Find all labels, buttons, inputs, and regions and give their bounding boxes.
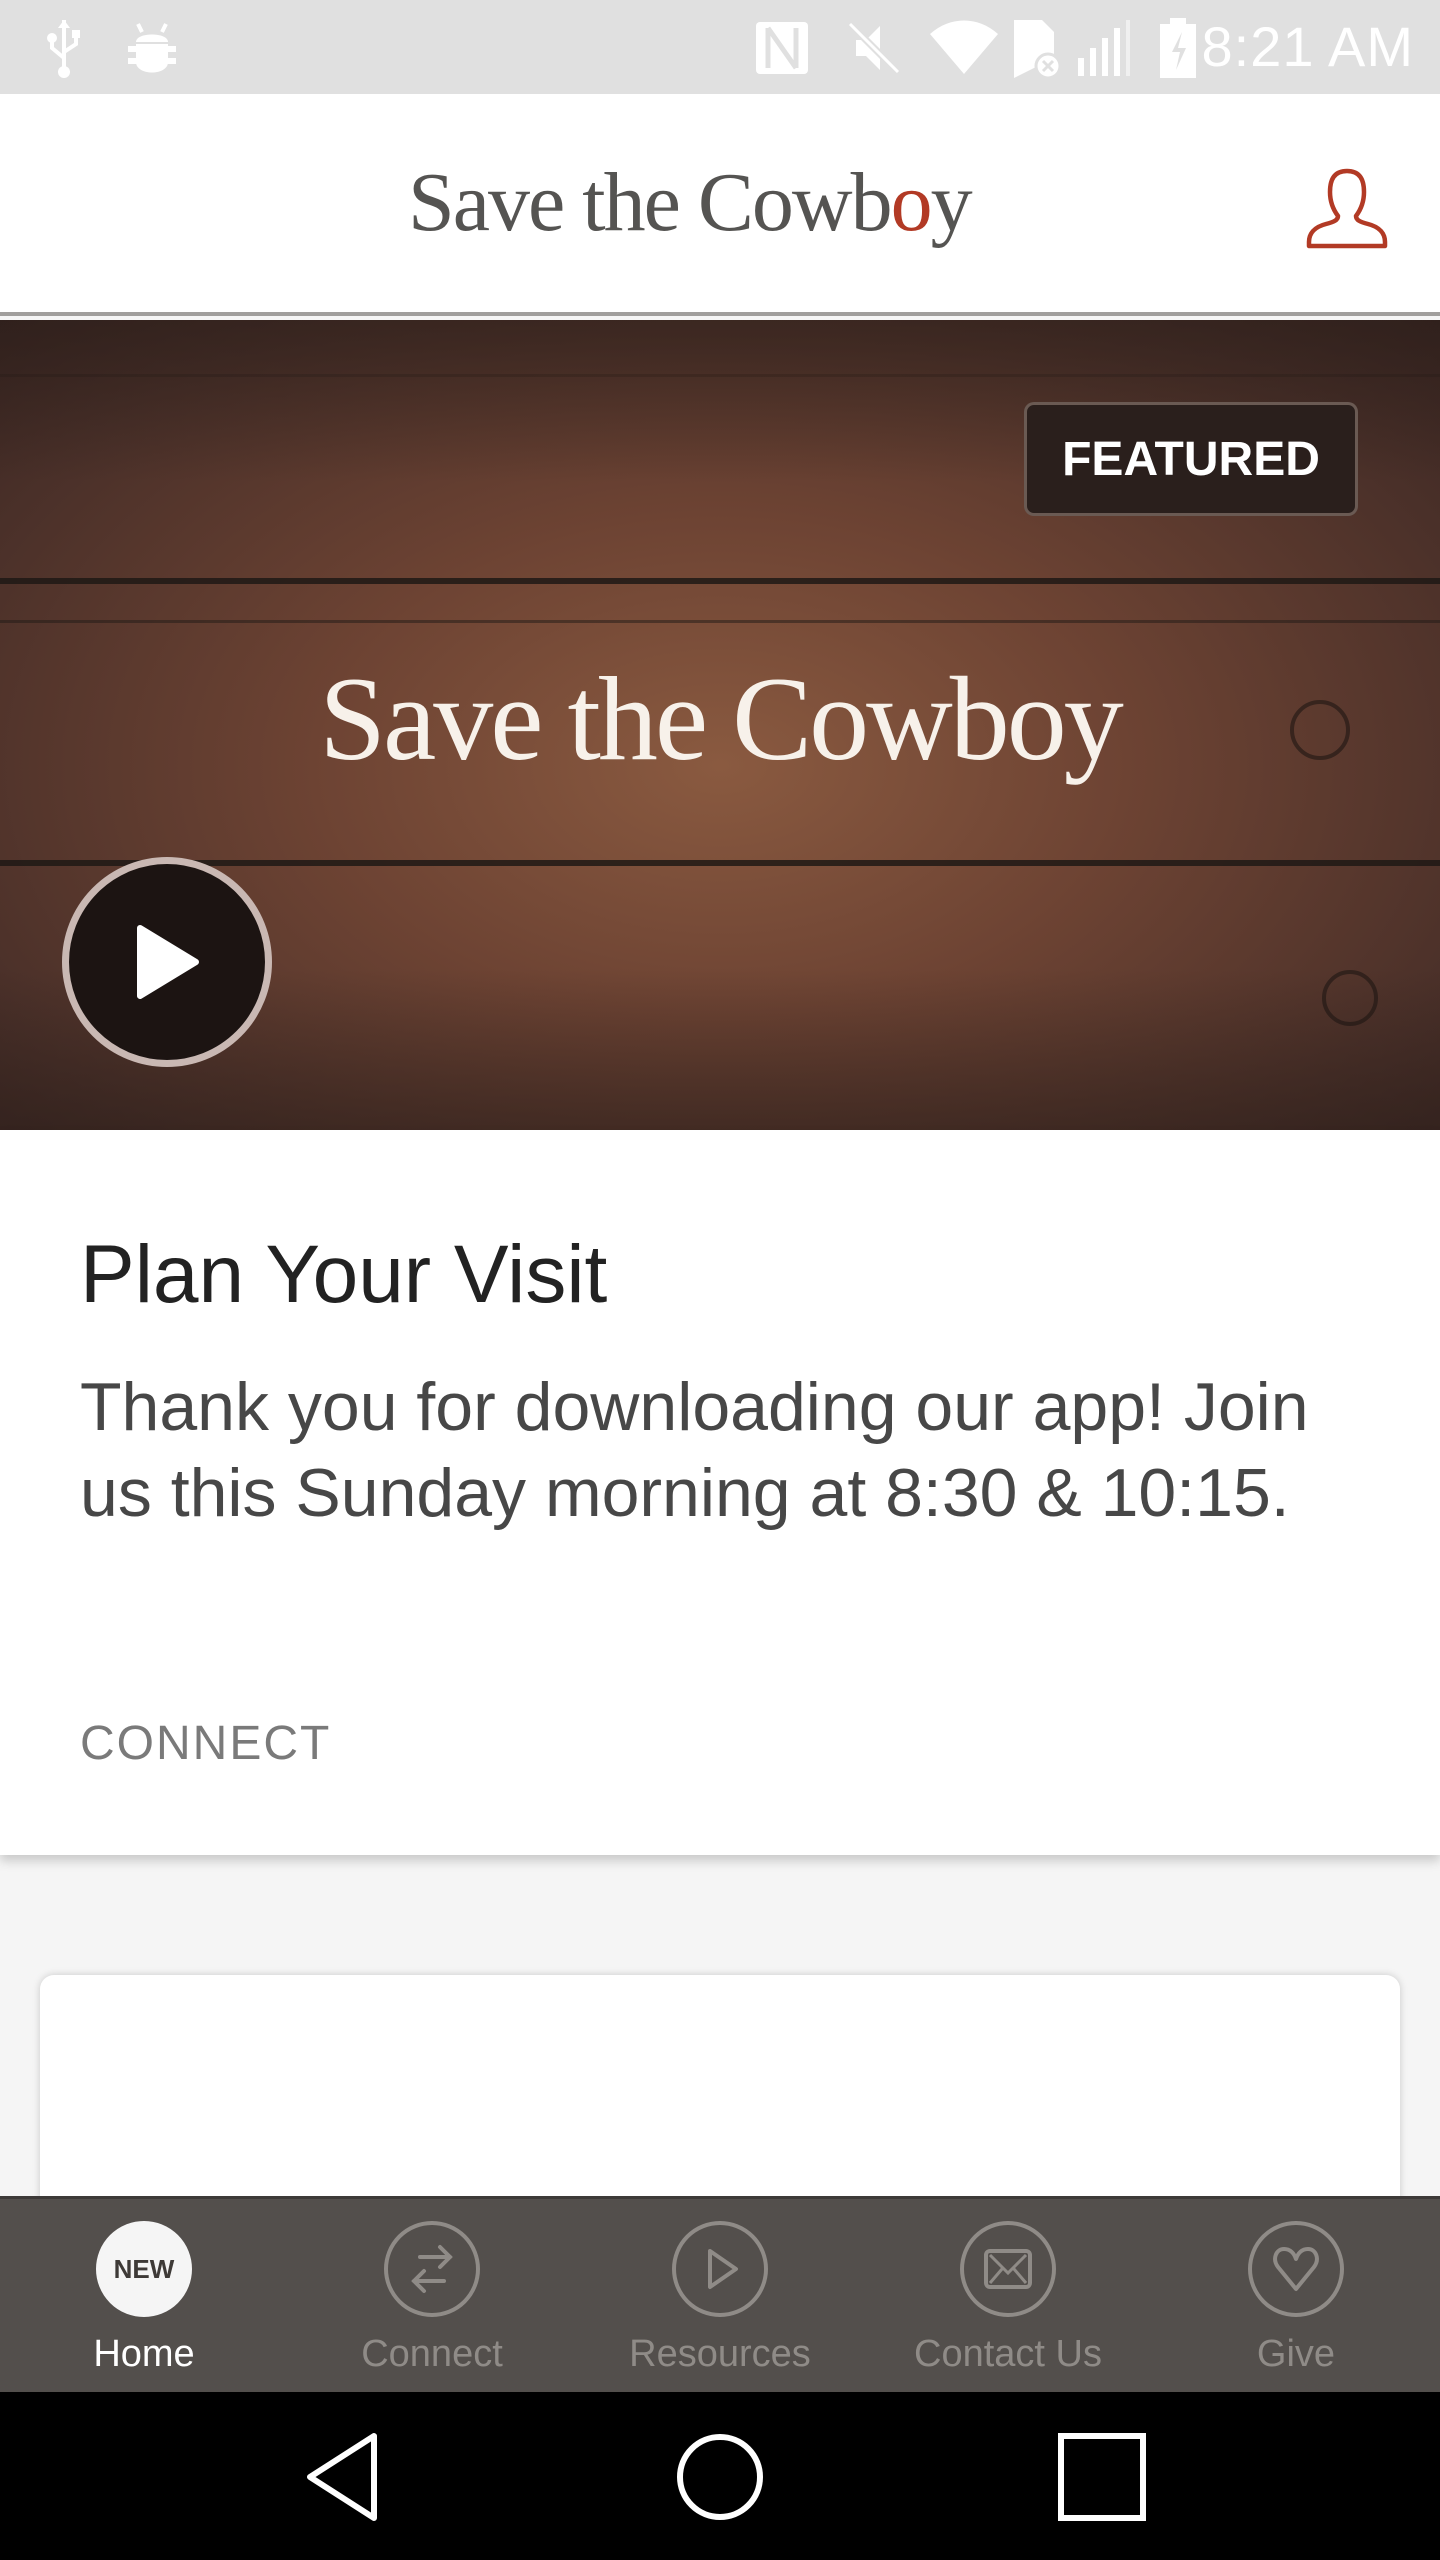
app-logo: Save the Cowboy [408, 154, 973, 251]
recents-square-icon [1058, 2433, 1146, 2521]
profile-button[interactable] [1304, 168, 1390, 250]
tab-icon-circle [960, 2221, 1056, 2317]
tab-label: Home [93, 2333, 195, 2375]
mute-icon [847, 21, 901, 75]
tab-label: Connect [361, 2333, 503, 2375]
back-button[interactable] [292, 2433, 392, 2521]
no-sim-icon [1014, 20, 1062, 80]
bottom-tab-bar: NEW Home Connect Resources Contact Us Gi… [0, 2196, 1440, 2392]
back-triangle-icon [307, 2433, 377, 2521]
nfc-icon [756, 22, 808, 74]
usb-icon [47, 20, 80, 78]
wood-plank-line [0, 374, 1440, 377]
signal-icon [1078, 20, 1130, 76]
tab-label: Give [1256, 2333, 1336, 2375]
app-screen: 8:21 AM Save the Cowboy Save the Cowboy … [0, 0, 1440, 2560]
mail-icon [984, 2249, 1032, 2289]
new-badge-icon: NEW [96, 2221, 192, 2317]
wood-knot [1322, 970, 1378, 1026]
tab-icon-circle [1248, 2221, 1344, 2317]
play-icon [137, 925, 199, 999]
logo-tail: y [930, 156, 973, 249]
tab-icon-circle [672, 2221, 768, 2317]
user-profile-icon [1306, 168, 1388, 249]
wifi-icon [930, 20, 998, 74]
play-button[interactable] [62, 857, 272, 1067]
logo-text: Save the Cowb [408, 156, 893, 249]
tab-home[interactable]: NEW Home [0, 2199, 288, 2392]
tab-give[interactable]: Give [1152, 2199, 1440, 2392]
android-debug-icon [128, 23, 176, 73]
home-button[interactable] [670, 2434, 770, 2520]
status-bar: 8:21 AM [0, 0, 1440, 94]
heart-icon [1273, 2247, 1319, 2291]
card-body: Thank you for downloading our app! Join … [80, 1369, 1309, 1531]
tab-contact-us[interactable]: Contact Us [864, 2199, 1152, 2392]
tab-label: Resources [629, 2333, 811, 2375]
tab-connect[interactable]: Connect [288, 2199, 576, 2392]
play-icon [708, 2249, 738, 2289]
wood-plank-line [0, 620, 1440, 623]
new-badge: NEW [113, 2253, 175, 2284]
featured-hero-image[interactable]: Save the Cowboy FEATURED [0, 320, 1440, 1130]
status-time: 8:21 AM [1201, 15, 1414, 78]
home-circle-icon [677, 2434, 763, 2520]
tab-icon-circle [384, 2221, 480, 2317]
featured-card[interactable]: Plan Your Visit Thank you for downloadin… [0, 1130, 1440, 1855]
tab-resources[interactable]: Resources [576, 2199, 864, 2392]
tab-label: Contact Us [914, 2333, 1102, 2375]
featured-badge: FEATURED [1024, 402, 1358, 516]
system-nav-bar [0, 2392, 1440, 2560]
recents-button[interactable] [1052, 2433, 1152, 2521]
cowboy-hat-icon: o [890, 156, 933, 249]
hero-title: Save the Cowboy [319, 652, 1124, 785]
app-header: Save the Cowboy [0, 94, 1440, 316]
connect-link[interactable]: CONNECT [80, 1716, 331, 1771]
wood-plank-line [0, 578, 1440, 584]
battery-charging-icon [1160, 18, 1196, 78]
swap-arrows-icon [411, 2245, 453, 2293]
card-title: Plan Your Visit [80, 1229, 608, 1320]
wood-plank-line [0, 860, 1440, 866]
